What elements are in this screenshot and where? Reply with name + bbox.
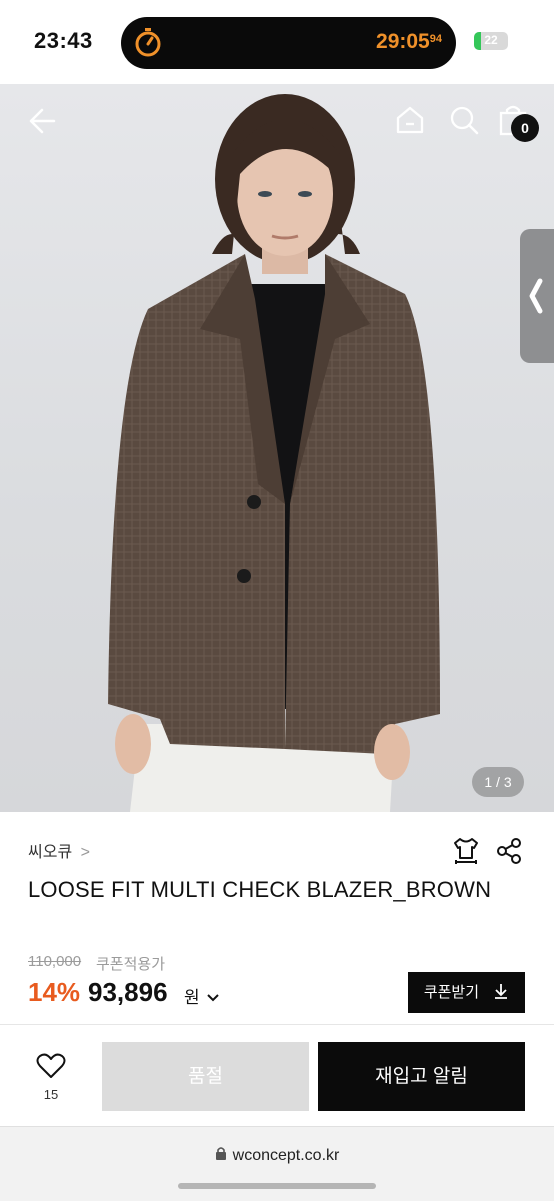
side-drawer-tab[interactable] bbox=[520, 229, 554, 363]
like-count: 15 bbox=[43, 1087, 59, 1102]
coupon-price-label: 쿠폰적용가 bbox=[96, 956, 166, 973]
original-price: 110,000 bbox=[28, 953, 82, 970]
url-text: wconcept.co.kr bbox=[232, 1147, 340, 1164]
section-divider bbox=[0, 1024, 554, 1025]
search-icon[interactable] bbox=[448, 104, 480, 136]
soldout-button[interactable]: 품절 bbox=[102, 1042, 309, 1111]
size-guide-icon[interactable] bbox=[452, 836, 480, 866]
url-display: wconcept.co.kr bbox=[0, 1146, 554, 1165]
image-pager: 1 / 3 bbox=[472, 767, 524, 797]
restock-alert-button[interactable]: 재입고 알림 bbox=[318, 1042, 525, 1111]
download-icon bbox=[495, 984, 508, 999]
home-indicator bbox=[178, 1183, 376, 1189]
discount-rate: 14% bbox=[28, 977, 81, 1007]
stopwatch-icon bbox=[135, 28, 161, 57]
cart-count-badge: 0 bbox=[511, 114, 539, 142]
timer-readout: 29:0594 bbox=[376, 30, 442, 54]
lock-icon bbox=[215, 1147, 226, 1160]
product-title: LOOSE FIT MULTI CHECK BLAZER_BROWN bbox=[28, 877, 492, 902]
timer-fraction: 94 bbox=[429, 33, 442, 45]
back-arrow-icon[interactable] bbox=[26, 104, 60, 138]
status-bar: 23:43 29:0594 22 bbox=[0, 0, 554, 84]
currency-label: 원 bbox=[184, 988, 200, 1007]
price-detail-toggle[interactable]: 원 bbox=[184, 983, 220, 1008]
model-photo bbox=[108, 94, 440, 812]
heart-icon bbox=[36, 1053, 66, 1078]
chevron-down-icon bbox=[207, 994, 220, 1002]
brand-name: 씨오큐 bbox=[28, 844, 73, 861]
chevron-right-icon: > bbox=[80, 844, 90, 861]
brand-link[interactable]: 씨오큐 > bbox=[28, 838, 90, 862]
share-icon[interactable] bbox=[495, 837, 523, 865]
dynamic-island[interactable]: 29:0594 bbox=[121, 17, 456, 69]
home-icon[interactable] bbox=[394, 104, 426, 136]
timer-value: 29:05 bbox=[376, 30, 430, 53]
status-time: 23:43 bbox=[34, 28, 93, 53]
chevron-left-icon bbox=[529, 278, 543, 314]
battery-icon: 22 bbox=[474, 32, 508, 50]
battery-level: 22 bbox=[484, 33, 498, 47]
sale-price: 93,896 bbox=[88, 977, 168, 1007]
browser-url-bar[interactable]: wconcept.co.kr bbox=[0, 1126, 554, 1201]
product-image[interactable]: 1 / 3 bbox=[0, 84, 554, 812]
coupon-button-label: 쿠폰받기 bbox=[423, 984, 480, 1001]
coupon-download-button[interactable]: 쿠폰받기 bbox=[408, 972, 525, 1013]
like-button[interactable] bbox=[28, 1052, 74, 1085]
